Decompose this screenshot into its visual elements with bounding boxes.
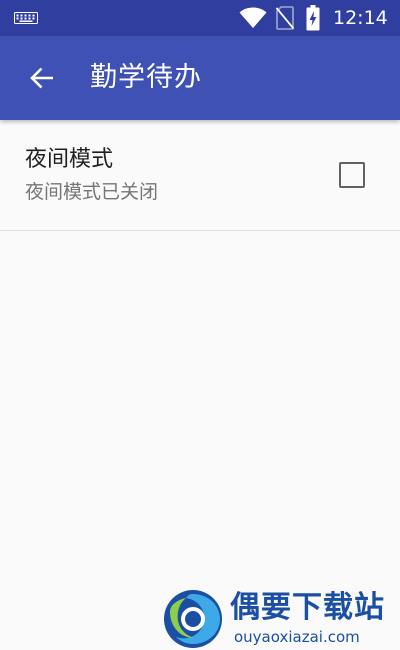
- status-clock: 12:14: [333, 7, 388, 29]
- divider: [0, 230, 400, 231]
- watermark-url: ouyaoxiazai.com: [234, 628, 360, 646]
- night-mode-checkbox[interactable]: [339, 162, 365, 188]
- watermark: 偶要下载站 ouyaoxiazai.com: [160, 588, 400, 650]
- night-mode-preference[interactable]: 夜间模式 夜间模式已关闭: [0, 126, 400, 230]
- page-title: 勤学待办: [90, 62, 202, 93]
- keyboard-icon: [14, 12, 38, 24]
- no-sim-icon: [276, 6, 294, 30]
- app-bar: 勤学待办: [0, 36, 400, 120]
- battery-charging-icon: [306, 5, 320, 31]
- back-button[interactable]: [18, 54, 66, 102]
- wifi-icon: [239, 7, 267, 28]
- screen: 12:14 勤学待办 夜间模式 夜间模式已关闭 偶要下载站 ouyaoxiaza…: [0, 0, 400, 650]
- status-bar: 12:14: [0, 0, 400, 36]
- arrow-left-icon: [30, 67, 53, 89]
- watermark-logo-icon: [164, 590, 222, 648]
- preference-title: 夜间模式: [25, 147, 114, 172]
- watermark-title: 偶要下载站: [230, 590, 385, 625]
- preference-summary: 夜间模式已关闭: [25, 181, 159, 203]
